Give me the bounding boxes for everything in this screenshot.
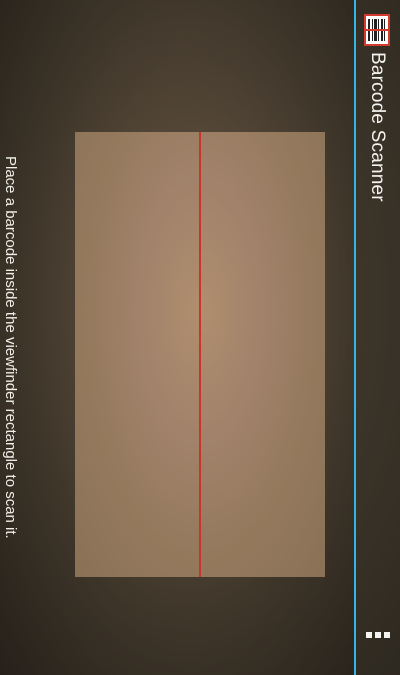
scan-laser-line (199, 132, 201, 577)
barcode-icon (364, 14, 390, 46)
scanner-screen: Place a barcode inside the viewfinder re… (0, 0, 400, 675)
viewfinder-rectangle (75, 132, 325, 577)
overflow-menu-icon[interactable] (364, 628, 392, 642)
app-title: Barcode Scanner (367, 52, 388, 202)
status-message: Place a barcode inside the viewfinder re… (2, 156, 19, 539)
